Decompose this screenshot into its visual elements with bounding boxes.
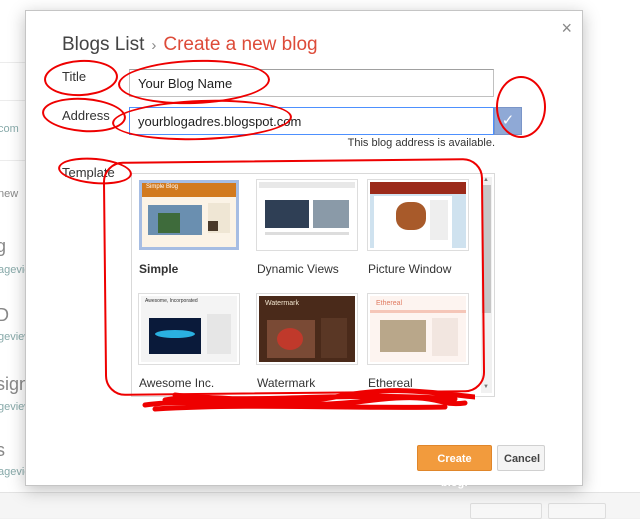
thumb-title: Awesome, Incorporated bbox=[145, 298, 198, 304]
availability-message: This blog address is available. bbox=[347, 137, 495, 149]
thumb-text-line bbox=[265, 232, 349, 235]
thumb-photo bbox=[380, 320, 426, 352]
thumb-title: Simple Blog bbox=[146, 184, 179, 190]
cancel-button[interactable]: Cancel bbox=[497, 445, 545, 471]
thumb-title: Ethereal bbox=[376, 300, 403, 307]
template-scrollbar[interactable]: ▲ ▼ bbox=[481, 177, 492, 393]
template-label: Template bbox=[62, 165, 115, 180]
template-thumbnail: Awesome, Incorporated bbox=[139, 294, 239, 364]
check-availability-button[interactable]: ✓ bbox=[494, 107, 522, 135]
template-picker: Simple Blog Simple Dynamic Views Picture… bbox=[131, 173, 495, 397]
title-label: Title bbox=[62, 69, 87, 84]
breadcrumb: Blogs List › Create a new blog bbox=[62, 34, 318, 56]
create-blog-dialog: × Blogs List › Create a new blog Title Add… bbox=[25, 10, 583, 489]
bg-divider bbox=[0, 160, 25, 161]
template-awesome-inc[interactable]: Awesome, Incorporated Awesome Inc. bbox=[139, 294, 239, 390]
address-label: Address bbox=[62, 108, 110, 123]
template-thumbnail: Ethereal bbox=[368, 294, 468, 364]
scroll-up-icon[interactable]: ▲ bbox=[483, 177, 489, 183]
thumb-photo bbox=[313, 200, 349, 228]
template-thumbnail: Simple Blog bbox=[139, 180, 239, 250]
page-title: Create a new blog bbox=[163, 34, 318, 55]
template-name: Simple bbox=[139, 262, 179, 276]
thumb-photo bbox=[265, 200, 309, 228]
thumb-photo bbox=[396, 202, 426, 230]
bg-footer-bar bbox=[0, 492, 640, 518]
thumb-header bbox=[259, 182, 355, 188]
template-thumbnail bbox=[368, 180, 468, 250]
template-dynamic-views[interactable]: Dynamic Views bbox=[257, 180, 357, 276]
breadcrumb-separator-icon: › bbox=[151, 37, 157, 54]
bg-fragment: new bbox=[0, 188, 19, 200]
annotation-scribble bbox=[142, 388, 475, 412]
thumb-header bbox=[370, 182, 466, 194]
bg-divider bbox=[0, 62, 25, 63]
address-field[interactable] bbox=[129, 107, 494, 135]
thumb-sidebar bbox=[430, 200, 448, 240]
bg-divider bbox=[0, 100, 25, 101]
thumb-avatar bbox=[208, 221, 218, 231]
close-icon[interactable]: × bbox=[561, 19, 572, 37]
template-simple[interactable]: Simple Blog Simple bbox=[139, 180, 239, 276]
title-field[interactable] bbox=[129, 69, 494, 97]
template-picture-window[interactable]: Picture Window bbox=[368, 180, 468, 276]
thumb-divider bbox=[370, 310, 466, 313]
thumb-photo-detail bbox=[277, 328, 303, 350]
template-name: Dynamic Views bbox=[257, 262, 339, 276]
bg-fragment: g bbox=[0, 236, 7, 256]
template-thumbnail: Watermark bbox=[257, 294, 357, 364]
thumb-photo-detail bbox=[158, 213, 180, 233]
template-name: Picture Window bbox=[368, 262, 452, 276]
thumb-photo-detail bbox=[155, 330, 195, 338]
checkmark-icon: ✓ bbox=[501, 112, 515, 129]
breadcrumb-blogs-list[interactable]: Blogs List bbox=[62, 34, 144, 55]
template-thumbnail bbox=[257, 180, 357, 250]
thumb-sidebar bbox=[432, 318, 458, 356]
thumb-title: Watermark bbox=[265, 300, 299, 307]
thumb-sidebar bbox=[321, 318, 347, 358]
template-watermark[interactable]: Watermark Watermark bbox=[257, 294, 357, 390]
bg-fragment: s bbox=[0, 440, 5, 460]
template-ethereal[interactable]: Ethereal Ethereal bbox=[368, 294, 468, 390]
bg-fragment: com bbox=[0, 123, 19, 135]
scrollbar-thumb[interactable] bbox=[482, 185, 491, 313]
thumb-sidebar bbox=[207, 314, 231, 354]
bg-fragment: D bbox=[0, 305, 9, 325]
scroll-down-icon[interactable]: ▼ bbox=[483, 384, 489, 390]
create-blog-button[interactable]: Create blog! bbox=[417, 445, 492, 489]
